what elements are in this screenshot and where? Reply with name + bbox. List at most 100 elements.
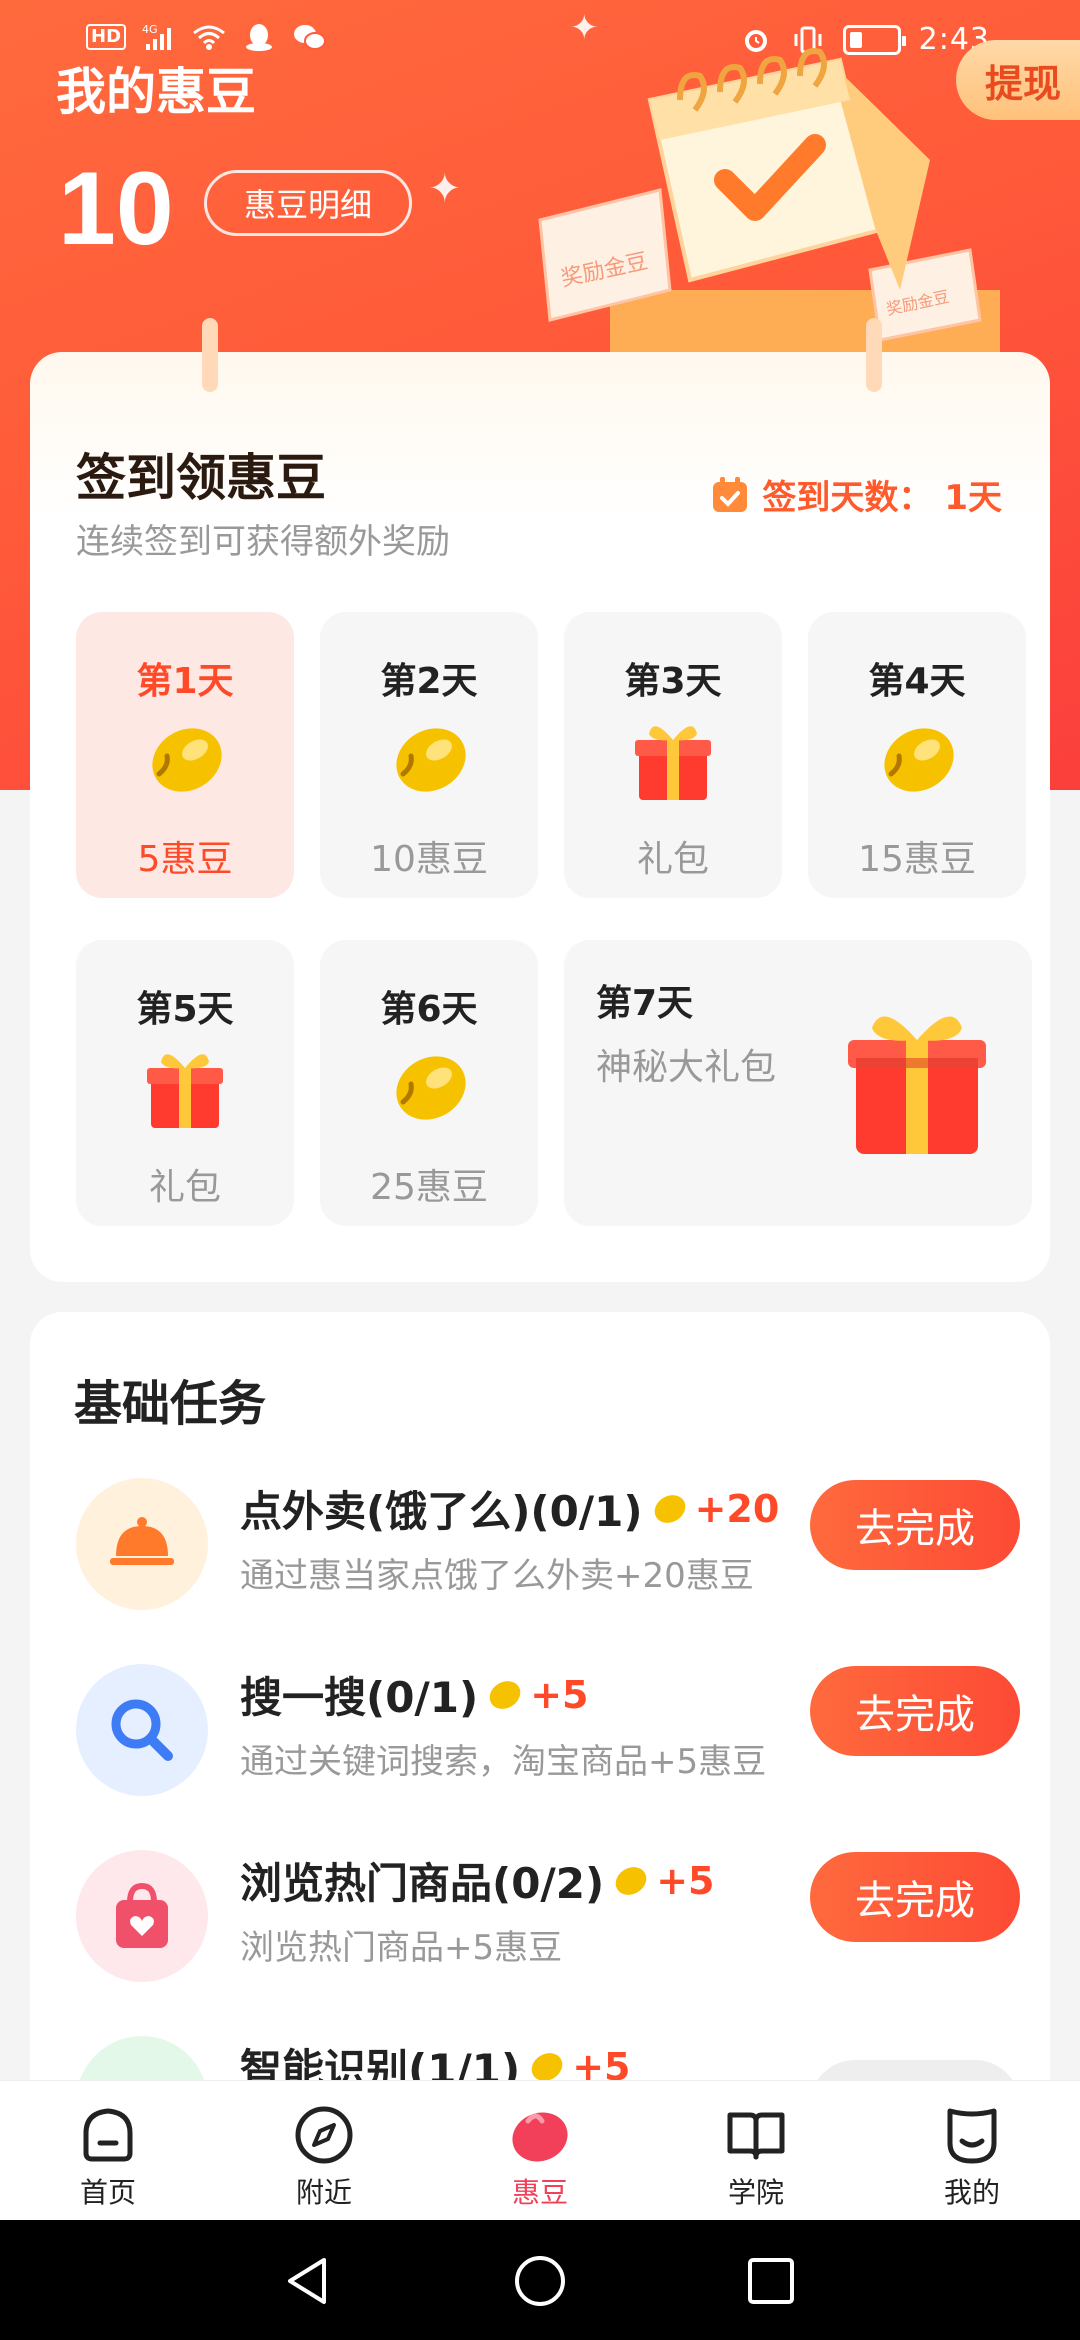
day-reward: 礼包 [636, 839, 709, 880]
day-label: 第4天 [868, 661, 966, 702]
day-label: 第3天 [624, 661, 722, 702]
signin-day-6[interactable]: 第6天 25惠豆 [320, 940, 538, 1226]
nav-label: 我的 [943, 2176, 1000, 2209]
nav-item-academy[interactable]: 学院 [686, 2103, 826, 2211]
nav-item-nearby[interactable]: 附近 [254, 2103, 394, 2211]
nav-label: 学院 [727, 2176, 784, 2209]
calendar-check-icon [713, 476, 748, 512]
bean-balance: 10 [58, 151, 174, 267]
task-points: +20 [694, 1486, 780, 1531]
go-complete-button[interactable]: 去完成 [810, 1480, 1020, 1570]
bean-icon [884, 728, 954, 792]
day-label: 第5天 [136, 989, 234, 1030]
signin-day-1[interactable]: 第1天 5惠豆 [76, 612, 294, 898]
task-points: +5 [656, 1858, 715, 1903]
wechat-icon [294, 25, 327, 50]
nav-item-home[interactable]: 首页 [38, 2103, 178, 2211]
gift-icon [147, 1054, 223, 1128]
wifi-icon [193, 25, 225, 50]
day-label: 第1天 [136, 661, 234, 702]
basic-tasks-card: 基础任务 点外卖(饿了么)(0/1) +20 通过惠当家点饿了么外卖+20惠豆 … [30, 1312, 1050, 2168]
task-row: 搜一搜(0/1) +5 通过关键词搜索，淘宝商品+5惠豆 去完成 [30, 1658, 1050, 1808]
food-cloche-icon [110, 1517, 174, 1565]
day-label: 第7天 [596, 983, 694, 1024]
signin-days-label: 签到天数： [762, 478, 933, 518]
bean-icon [512, 2112, 568, 2162]
signin-day-5[interactable]: 第5天 礼包 [76, 940, 294, 1226]
day-label: 第2天 [380, 661, 478, 702]
hd-badge: HD [86, 24, 127, 50]
task-name-text: 点外卖(饿了么)(0/1) [240, 1487, 643, 1536]
task-name-text: 搜一搜(0/1) [240, 1673, 479, 1722]
back-icon[interactable] [282, 2254, 336, 2308]
day-label: 第6天 [380, 989, 478, 1030]
day-reward: 15惠豆 [858, 839, 976, 880]
go-complete-button[interactable]: 去完成 [810, 1852, 1020, 1942]
bottom-nav: 首页 附近 惠豆 学院 我的 [0, 2080, 1080, 2220]
signin-card: 签到领惠豆 连续签到可获得额外奖励 签到天数： 1天 第1天 5惠豆 第2天 1… [30, 318, 1050, 1282]
signin-day-4[interactable]: 第4天 15惠豆 [808, 612, 1026, 898]
bean-icon [615, 1866, 647, 1895]
task-icon-wrap [76, 1664, 208, 1796]
task-points: +5 [530, 1672, 589, 1717]
bean-icon [654, 1494, 685, 1523]
day-reward: 礼包 [148, 1167, 221, 1208]
profile-icon [947, 2108, 997, 2164]
book-icon [727, 2112, 785, 2160]
task-row: 点外卖(饿了么)(0/1) +20 通过惠当家点饿了么外卖+20惠豆 去完成 [30, 1472, 1050, 1622]
card-hanger [202, 318, 218, 392]
signin-title: 签到领惠豆 [72, 438, 326, 510]
nav-label: 首页 [79, 2176, 136, 2209]
task-name: 浏览热门商品(0/2) +5 [240, 1850, 714, 1911]
bean-icon [489, 1680, 521, 1709]
task-name: 搜一搜(0/1) +5 [240, 1664, 588, 1725]
qq-icon [246, 24, 273, 51]
signin-day-7[interactable]: 第7天 神秘大礼包 [564, 940, 1032, 1226]
tasks-title: 基础任务 [72, 1364, 267, 1434]
day-reward: 25惠豆 [370, 1167, 488, 1208]
svg-text:4G: 4G [142, 23, 158, 36]
card-hanger [866, 318, 882, 392]
search-icon [111, 1699, 173, 1761]
signin-days-counter: 签到天数： 1天 [710, 470, 1002, 519]
shopping-bag-icon [116, 1882, 168, 1948]
bean-icon [396, 1056, 466, 1120]
page-title: 我的惠豆 [56, 63, 256, 121]
signin-day-2[interactable]: 第2天 10惠豆 [320, 612, 538, 898]
signin-day-3[interactable]: 第3天 礼包 [564, 612, 782, 898]
task-icon-wrap [76, 1478, 208, 1610]
sparkle-icon: ✦ [428, 166, 462, 212]
nav-label: 附近 [295, 2176, 352, 2209]
task-desc: 浏览热门商品+5惠豆 [240, 1928, 563, 1968]
task-desc: 通过惠当家点饿了么外卖+20惠豆 [240, 1556, 754, 1596]
calendar-illustration: 奖励金豆 奖励金豆 [538, 48, 1000, 360]
signin-title-text: 签到领惠豆 [76, 449, 326, 507]
bean-detail-button[interactable]: 惠豆明细 [204, 170, 412, 236]
signal-icon: 4G [142, 23, 172, 50]
task-name: 点外卖(饿了么)(0/1) +20 [240, 1478, 779, 1539]
big-gift-icon [848, 1016, 986, 1154]
day-reward: 神秘大礼包 [596, 1047, 777, 1088]
go-complete-button[interactable]: 去完成 [810, 1666, 1020, 1756]
signin-days-value: 1天 [944, 478, 1002, 518]
nav-item-beans[interactable]: 惠豆 [470, 2103, 610, 2211]
status-left: HD 4G [86, 22, 327, 52]
signin-subtitle: 连续签到可获得额外奖励 [76, 522, 450, 562]
day-reward: 10惠豆 [370, 839, 488, 880]
task-name-text: 浏览热门商品(0/2) [240, 1859, 605, 1908]
day-reward: 5惠豆 [137, 839, 233, 880]
compass-icon [295, 2106, 353, 2164]
tasks-title-text: 基础任务 [74, 1376, 267, 1432]
system-nav-bar [0, 2220, 1080, 2340]
recents-icon[interactable] [744, 2254, 798, 2308]
nav-item-profile[interactable]: 我的 [902, 2103, 1042, 2211]
bean-icon [396, 728, 466, 792]
task-desc: 通过关键词搜索，淘宝商品+5惠豆 [240, 1742, 767, 1782]
bean-icon [152, 728, 222, 792]
nav-label: 惠豆 [511, 2176, 568, 2209]
home-circle-icon[interactable] [513, 2254, 567, 2308]
gift-icon [635, 726, 711, 800]
task-row: 浏览热门商品(0/2) +5 浏览热门商品+5惠豆 去完成 [30, 1844, 1050, 1994]
task-icon-wrap [76, 1850, 208, 1982]
home-icon [83, 2108, 133, 2162]
